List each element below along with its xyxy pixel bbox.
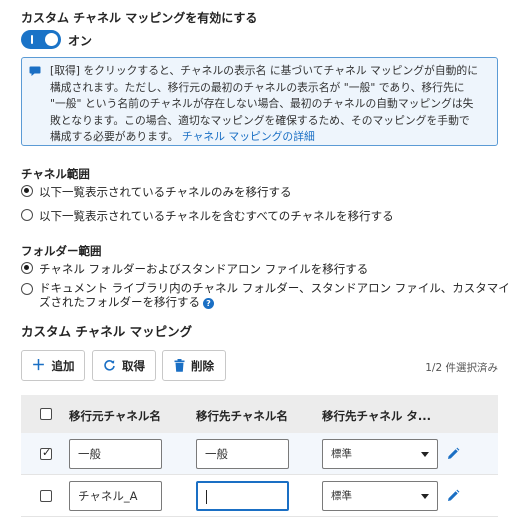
info-box: [取得] をクリックすると、チャネルの表示名 に基づいてチャネル マッピングが自… [21,57,498,146]
target-channel-type-select[interactable]: 標準 [322,481,438,511]
help-icon[interactable]: ? [203,298,214,309]
retrieve-button[interactable]: 取得 [92,350,156,381]
delete-button-label: 削除 [191,358,214,373]
column-header-source[interactable]: 移行元チャネル名 [69,408,161,424]
folder-scope-option-line: ドキュメント ライブラリ内のチャネル フォルダー、スタンドアロン ファイル、カス… [39,281,510,295]
text-cursor [206,490,207,504]
target-channel-field-focused[interactable] [196,481,289,511]
retrieve-button-label: 取得 [122,358,145,373]
toggle-state-label: オン [68,34,93,48]
folder-scope-option-line: ズされたフォルダーを移行する? [39,295,510,309]
custom-mapping-title: カスタム チャネル マッピングを有効にする [21,11,258,25]
mapping-title: カスタム チャネル マッピング [21,324,193,339]
pencil-icon[interactable] [446,489,460,503]
folder-scope-option-line-text: ズされたフォルダーを移行する [39,295,200,309]
toggle-on-bar [31,35,33,44]
folder-scope-radio-customized[interactable] [21,283,33,295]
info-line: 構成する必要があります。 チャネル マッピングの詳細 [50,129,489,146]
target-channel-type-select[interactable]: 標準 [322,439,438,469]
speech-bubble-icon [29,66,41,76]
info-line: 構成されます。ただし、移行元の最初のチャネルの表示名が "一般" であり、移行先… [50,80,465,94]
row-checkbox[interactable] [40,490,52,502]
channel-scope-option-label: 以下一覧表示されているチャネルのみを移行する [39,185,292,199]
folder-scope-radio-channel-folders[interactable] [21,262,33,274]
channel-scope-option-label: 以下一覧表示されているチャネルを含むすべてのチャネルを移行する [39,209,394,223]
check-mark-icon: ✓ [42,446,52,459]
info-line: 敗となります。この場合、適切なマッピングを確保するため、そのマッピングを手動で [50,113,470,127]
info-line: "一般" という名前のチャネルが存在しない場合、最初のチャネルの自動マッピングは… [50,97,474,110]
column-header-target[interactable]: 移行先チャネル名 [196,408,288,424]
delete-button[interactable]: 削除 [162,350,226,381]
toggle-knob [45,33,58,46]
plus-icon: ＋ [31,357,46,374]
refresh-icon [104,360,115,371]
add-button-label: 追加 [51,358,75,373]
channel-scope-radio-all[interactable] [21,209,33,221]
folder-scope-title: フォルダー範囲 [21,244,102,258]
folder-scope-option-label: チャネル フォルダーおよびスタンドアロン ファイルを移行する [39,262,369,276]
target-channel-field[interactable]: 一般 [196,439,289,469]
source-channel-field[interactable]: チャネル_A [69,481,162,511]
folder-scope-option-label-multiline: ドキュメント ライブラリ内のチャネル フォルダー、スタンドアロン ファイル、カス… [39,281,510,309]
channel-mapping-details-link[interactable]: チャネル マッピングの詳細 [182,130,315,143]
select-all-checkbox[interactable] [40,408,52,420]
pencil-icon[interactable] [446,447,460,461]
info-line: [取得] をクリックすると、チャネルの表示名 に基づいてチャネル マッピングが自… [50,64,479,77]
chevron-down-icon [421,452,429,457]
selection-status: 1/2 件選択済み [425,362,498,374]
source-channel-field[interactable]: 一般 [69,439,162,469]
info-line-text: 構成する必要があります。 [50,130,179,143]
chevron-down-icon [421,494,429,499]
select-value: 標準 [331,490,352,502]
channel-scope-radio-listed-only[interactable] [21,185,33,197]
custom-mapping-toggle[interactable] [21,30,61,49]
trash-icon [174,359,185,372]
column-header-target-type[interactable]: 移行先チャネル タ... [322,408,431,424]
channel-scope-title: チャネル範囲 [21,167,90,181]
row-checkbox[interactable]: ✓ [40,446,52,460]
add-button[interactable]: ＋ 追加 [21,350,85,381]
select-value: 標準 [331,448,352,460]
